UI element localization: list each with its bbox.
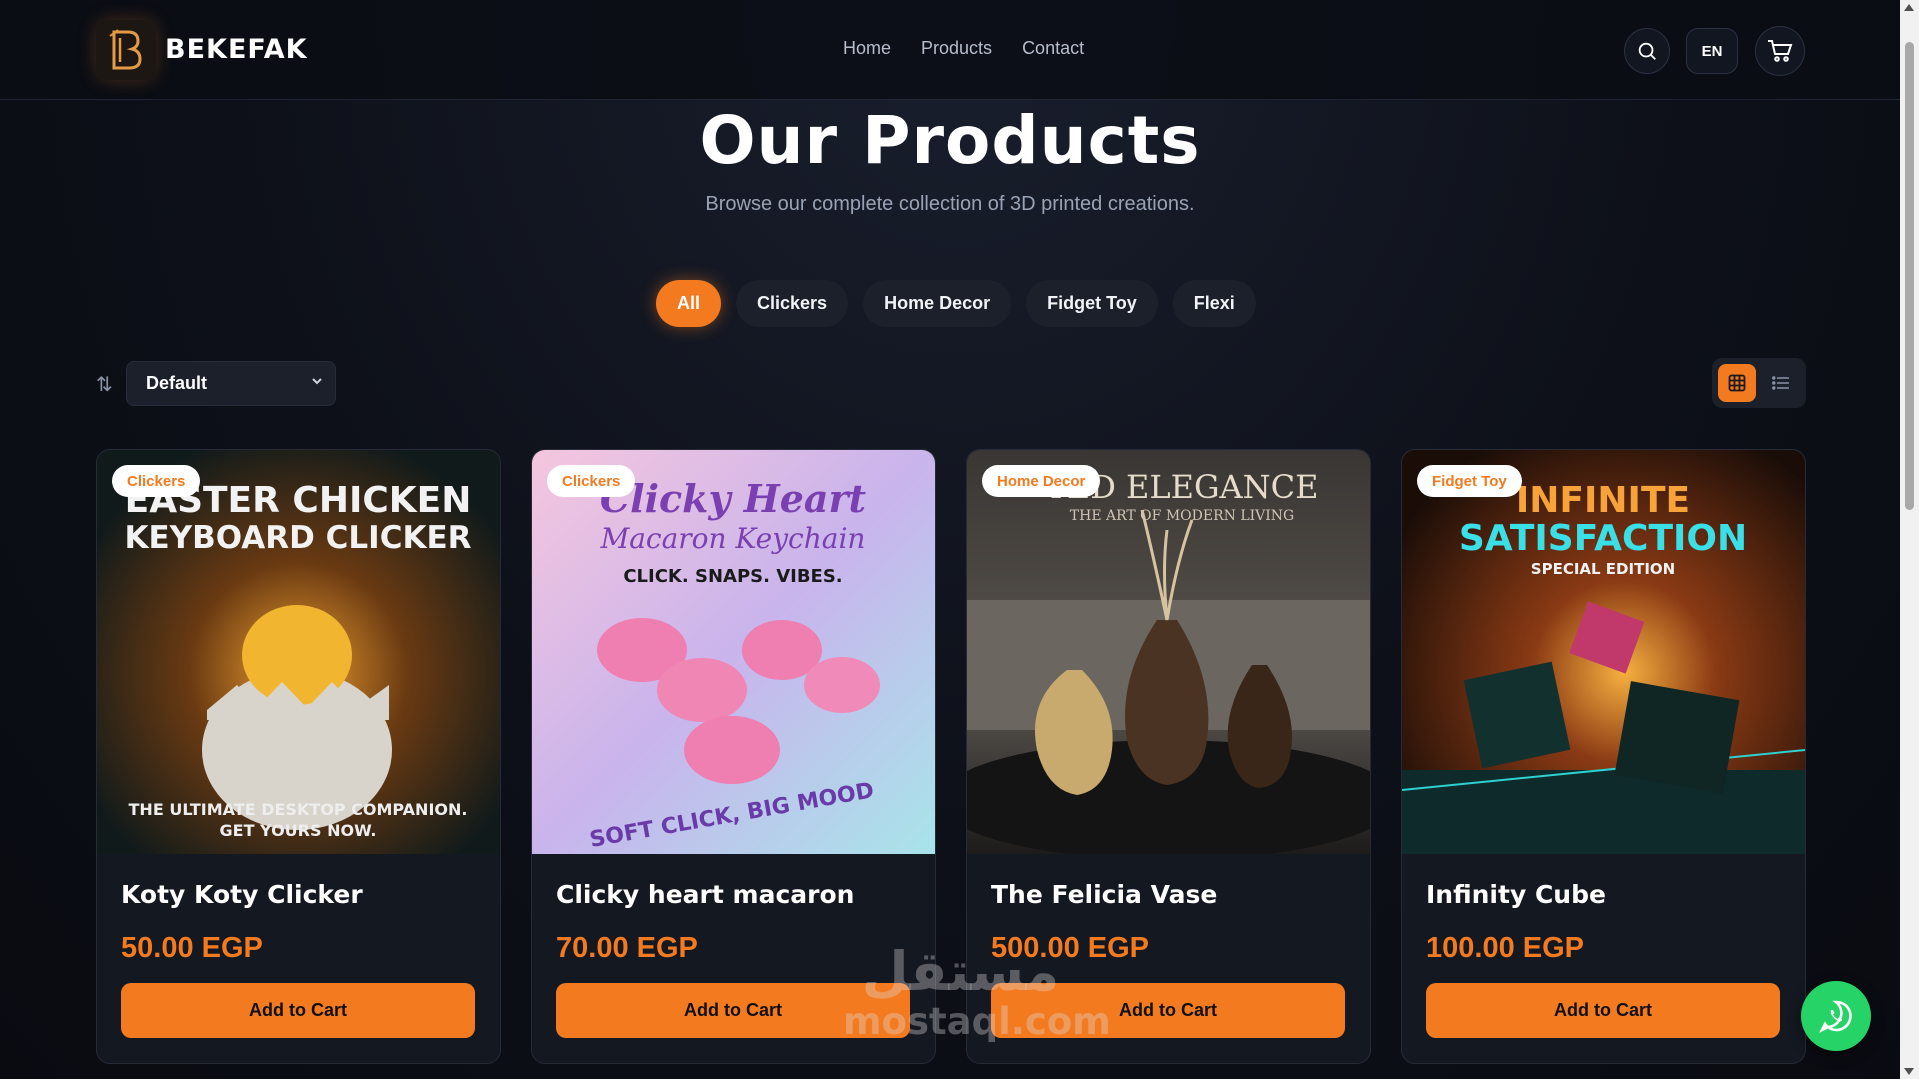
grid-view-button[interactable] (1718, 364, 1756, 402)
category-badge: Home Decor (982, 465, 1101, 497)
grid-icon (1728, 374, 1746, 392)
main-nav: Home Products Contact (843, 38, 1084, 59)
category-filters: All Clickers Home Decor Fidget Toy Flexi (656, 280, 1256, 327)
logo-icon[interactable] (96, 20, 156, 80)
nav-home[interactable]: Home (843, 38, 891, 59)
image-text: GET YOURS NOW. (220, 821, 377, 840)
product-name[interactable]: Koty Koty Clicker (121, 880, 363, 909)
product-price: 100.00 EGP (1426, 932, 1584, 964)
product-image[interactable]: TED ELEGANCE THE ART OF MODERN LIVING (967, 450, 1370, 854)
product-name[interactable]: The Felicia Vase (991, 880, 1217, 909)
category-badge: Clickers (547, 465, 636, 497)
product-image[interactable]: EASTER CHICKEN KEYBOARD CLICKER THE ULTI… (97, 450, 500, 854)
image-text: Macaron Keychain (600, 522, 866, 555)
image-text: KEYBOARD CLICKER (124, 520, 471, 556)
filter-home-decor[interactable]: Home Decor (863, 280, 1012, 327)
add-to-cart-button[interactable]: Add to Cart (121, 983, 475, 1038)
chevron-down-icon (311, 374, 323, 390)
site-header: BEKEFAK Home Products Contact EN (0, 0, 1900, 100)
whatsapp-button[interactable] (1801, 981, 1871, 1051)
image-text: SPECIAL EDITION (1531, 560, 1675, 578)
search-icon (1638, 42, 1656, 60)
list-icon (1772, 376, 1789, 390)
watermark-latin: mostaql.com (843, 1000, 1111, 1043)
filter-fidget-toy[interactable]: Fidget Toy (1026, 280, 1158, 327)
page-title: Our Products (699, 102, 1201, 179)
page-scrollbar[interactable] (1900, 0, 1919, 1079)
image-text: CLICK. SNAPS. VIBES. (623, 566, 842, 587)
brand-name[interactable]: BEKEFAK (165, 34, 308, 65)
image-text: INFINITE (1516, 480, 1690, 521)
filter-all[interactable]: All (656, 280, 722, 327)
product-image[interactable]: Clicky Heart Macaron Keychain CLICK. SNA… (532, 450, 935, 854)
image-text: Clicky Heart (600, 476, 867, 521)
cart-icon (1768, 40, 1793, 62)
category-badge: Clickers (112, 465, 201, 497)
product-price: 70.00 EGP (556, 932, 698, 964)
sort-select[interactable]: Default (126, 361, 336, 406)
filter-clickers[interactable]: Clickers (736, 280, 849, 327)
nav-contact[interactable]: Contact (1022, 38, 1084, 59)
filter-flexi[interactable]: Flexi (1172, 280, 1256, 327)
category-badge: Fidget Toy (1417, 465, 1522, 497)
product-card[interactable]: EASTER CHICKEN KEYBOARD CLICKER THE ULTI… (96, 449, 501, 1064)
search-button[interactable] (1624, 28, 1670, 74)
product-price: 50.00 EGP (121, 932, 263, 964)
nav-products[interactable]: Products (921, 38, 992, 59)
product-name[interactable]: Infinity Cube (1426, 880, 1606, 909)
product-image[interactable]: INFINITE SATISFACTION SPECIAL EDITION (1402, 450, 1805, 854)
page-subtitle: Browse our complete collection of 3D pri… (705, 193, 1195, 215)
sort-selected-value: Default (146, 373, 208, 393)
image-text: THE ULTIMATE DESKTOP COMPANION. (129, 800, 468, 819)
scroll-thumb[interactable] (1905, 42, 1914, 510)
view-toggle (1712, 358, 1806, 408)
sort-icon: ⇅ (96, 374, 113, 396)
image-text: THE ART OF MODERN LIVING (1070, 508, 1294, 524)
language-button[interactable]: EN (1686, 28, 1738, 74)
add-to-cart-button[interactable]: Add to Cart (1426, 983, 1780, 1038)
watermark: مستقل mostaql.com (843, 940, 1111, 1041)
whatsapp-icon (1819, 1000, 1852, 1033)
cart-button[interactable] (1755, 26, 1805, 76)
scroll-up-arrow-icon[interactable] (1904, 4, 1914, 11)
product-card[interactable]: INFINITE SATISFACTION SPECIAL EDITION Fi… (1401, 449, 1806, 1064)
product-name[interactable]: Clicky heart macaron (556, 880, 854, 909)
scroll-down-arrow-icon[interactable] (1904, 1068, 1914, 1075)
watermark-arabic: مستقل (861, 940, 1060, 1003)
list-view-button[interactable] (1762, 364, 1800, 402)
image-text: SATISFACTION (1459, 518, 1747, 559)
